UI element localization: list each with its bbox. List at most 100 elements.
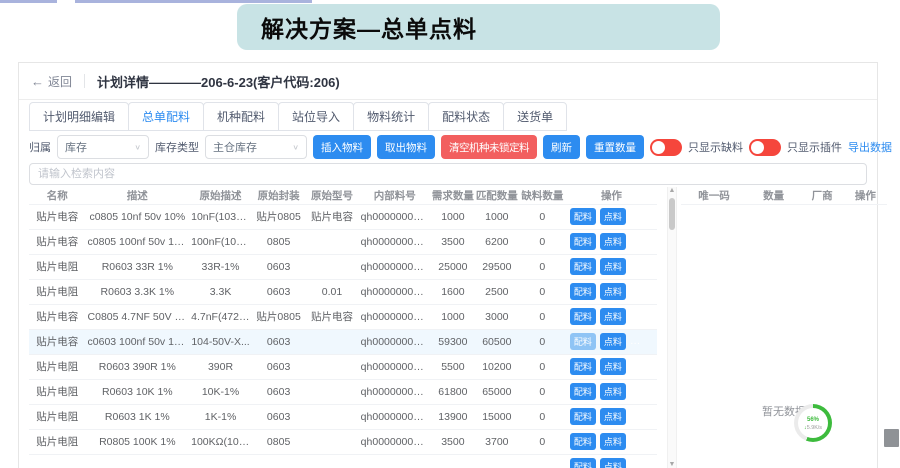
- tab-bar: 计划明细编辑总单配料机种配料站位导入物料统计配料状态送货单: [29, 103, 867, 131]
- cell-desc: R0603 1K 1%: [86, 404, 190, 429]
- row-action-button-1[interactable]: 点料: [600, 433, 626, 450]
- row-action-button-1[interactable]: 点料: [600, 308, 626, 325]
- table-row[interactable]: 贴片电阻R0603 1K 1%1K-1%0603qh00000000631390…: [29, 404, 657, 429]
- tab-4[interactable]: 物料统计: [353, 102, 429, 131]
- cell-matched: 15000: [475, 404, 519, 429]
- toolbar-button-4[interactable]: 重置数量: [586, 135, 644, 159]
- unique-code-column-header-1: 数量: [747, 188, 801, 203]
- cell-matched: 29500: [475, 254, 519, 279]
- toolbar-button-1[interactable]: 取出物料: [377, 135, 435, 159]
- stock-type-select[interactable]: 主仓库存 ∨: [205, 135, 307, 159]
- cell-orig_desc: 3.3K: [189, 279, 252, 304]
- cell-orig_desc: 104-50V-X...: [189, 329, 252, 354]
- toggle-label-0: 只显示缺料: [688, 139, 743, 155]
- table-row[interactable]: 贴片电阻R0603 10K 1%10K-1%0603qh000000006261…: [29, 379, 657, 404]
- cell-orig_desc: 10K-1%: [189, 379, 252, 404]
- scroll-down-icon[interactable]: ▼: [668, 461, 676, 468]
- content-area: 名称描述原始描述原始封装原始型号内部料号需求数量匹配数量缺料数量操作 贴片电容c…: [29, 187, 877, 468]
- tab-5[interactable]: 配料状态: [428, 102, 504, 131]
- cell-orig_pkg: 0603: [252, 354, 305, 379]
- tab-3[interactable]: 站位导入: [278, 102, 354, 131]
- table-row[interactable]: 贴片电容c0603 100nf 50v 10% 104104-50V-X...0…: [29, 329, 657, 354]
- cell-orig_desc: 100nF(104...: [189, 229, 252, 254]
- cell-actions: 配料点料贴片: [566, 329, 657, 354]
- column-header-6: 需求数量: [431, 187, 475, 204]
- table-row[interactable]: 贴片电阻R0603 33R 1%33R-1%0603qh000000002025…: [29, 254, 657, 279]
- vertical-scrollbar[interactable]: ▲ ▼: [667, 187, 677, 468]
- cell-orig_pkg: 贴片0805: [252, 204, 305, 229]
- cell-orig_model: 贴片电容: [305, 304, 358, 329]
- search-input[interactable]: [29, 163, 867, 185]
- cell-matched: [475, 454, 519, 468]
- row-action-button-0[interactable]: 配料: [570, 383, 596, 400]
- scrollbar-thumb[interactable]: [669, 198, 675, 230]
- cell-part_no: qh0000000045: [359, 329, 431, 354]
- toggle-switch-1[interactable]: [749, 139, 781, 156]
- cell-desc: R0805 100K 1%: [86, 429, 190, 454]
- cell-orig_model: [305, 229, 358, 254]
- back-button[interactable]: ← 返回: [31, 73, 72, 90]
- row-action-button-1[interactable]: 点料: [600, 408, 626, 425]
- toolbar-button-0[interactable]: 插入物料: [313, 135, 371, 159]
- scroll-up-icon[interactable]: ▲: [668, 187, 676, 194]
- cell-name: 贴片电容: [29, 304, 86, 329]
- row-action-button-0[interactable]: 配料: [570, 333, 596, 350]
- tab-0[interactable]: 计划明细编辑: [29, 102, 129, 131]
- cell-orig_model: [305, 254, 358, 279]
- toolbar-toggles: 只显示缺料 只显示插件: [650, 139, 842, 156]
- row-action-button-1[interactable]: 点料: [600, 208, 626, 225]
- row-action-button-0[interactable]: 配料: [570, 458, 596, 468]
- row-action-button-0[interactable]: 配料: [570, 208, 596, 225]
- toggle-knob: [652, 141, 665, 154]
- toggle-label-1: 只显示插件: [787, 139, 842, 155]
- tab-6[interactable]: 送货单: [503, 102, 567, 131]
- material-table: 名称描述原始描述原始封装原始型号内部料号需求数量匹配数量缺料数量操作 贴片电容c…: [29, 187, 657, 468]
- column-header-9: 操作: [566, 187, 657, 204]
- row-action-button-0[interactable]: 配料: [570, 258, 596, 275]
- tab-2[interactable]: 机种配料: [203, 102, 279, 131]
- cell-demand: 1600: [431, 279, 475, 304]
- row-action-button-0[interactable]: 配料: [570, 233, 596, 250]
- toolbar-button-2[interactable]: 清空机种未锁定料: [441, 135, 537, 159]
- cell-demand: 1000: [431, 204, 475, 229]
- empty-data-text: 暂无数据: [681, 403, 887, 419]
- cell-part_no: qh0000000023: [359, 279, 431, 304]
- row-action-button-1[interactable]: 点料: [600, 283, 626, 300]
- row-action-button-0[interactable]: 配料: [570, 358, 596, 375]
- cell-orig_model: [305, 404, 358, 429]
- owner-select[interactable]: 库存 ∨: [57, 135, 149, 159]
- table-row[interactable]: 贴片电容c0805 10nf 50v 10%10nF(103) ...贴片080…: [29, 204, 657, 229]
- owner-select-value: 库存: [65, 139, 87, 155]
- app-window: ← 返回 计划详情————206-6-23(客户代码:206) 计划明细编辑总单…: [18, 62, 878, 468]
- row-action-button-0[interactable]: 配料: [570, 433, 596, 450]
- edge-scrollbar-thumb[interactable]: [884, 429, 899, 447]
- tab-1[interactable]: 总单配料: [128, 102, 204, 131]
- cell-shortage: 0: [519, 429, 566, 454]
- unique-code-column-header-2: 厂商: [800, 188, 843, 203]
- row-action-button-0[interactable]: 配料: [570, 308, 596, 325]
- table-row[interactable]: 贴片电阻R0603 390R 1%390R0603qh0000000061550…: [29, 354, 657, 379]
- cell-matched: 10200: [475, 354, 519, 379]
- table-row[interactable]: 贴片电容c0805 100nf 50v 10%100nF(104...0805q…: [29, 229, 657, 254]
- row-action-button-1[interactable]: 点料: [600, 333, 626, 350]
- cell-name: 贴片电阻: [29, 254, 86, 279]
- table-row[interactable]: 贴片电容C0805 4.7NF 50V 10% ...4.7nF(472)...…: [29, 304, 657, 329]
- table-row[interactable]: 配料点料贴片: [29, 454, 657, 468]
- table-row[interactable]: 贴片电阻R0603 3.3K 1%3.3K06030.01qh000000002…: [29, 279, 657, 304]
- cell-orig_model: [305, 379, 358, 404]
- row-action-button-1[interactable]: 点料: [600, 258, 626, 275]
- row-action-button-1[interactable]: 点料: [600, 383, 626, 400]
- row-action-button-1[interactable]: 点料: [600, 233, 626, 250]
- export-data-link[interactable]: 导出数据: [848, 139, 892, 155]
- cell-name: [29, 454, 86, 468]
- row-action-button-1[interactable]: 点料: [600, 358, 626, 375]
- row-action-button-0[interactable]: 配料: [570, 408, 596, 425]
- cell-orig_pkg: 贴片0805: [252, 304, 305, 329]
- toggle-switch-0[interactable]: [650, 139, 682, 156]
- table-row[interactable]: 贴片电阻R0805 100K 1%100KΩ(100...0805qh00000…: [29, 429, 657, 454]
- cell-orig_model: 0.01: [305, 279, 358, 304]
- row-action-button-0[interactable]: 配料: [570, 283, 596, 300]
- toolbar-button-3[interactable]: 刷新: [543, 135, 580, 159]
- cell-orig_desc: 1K-1%: [189, 404, 252, 429]
- row-action-button-1[interactable]: 点料: [600, 458, 626, 468]
